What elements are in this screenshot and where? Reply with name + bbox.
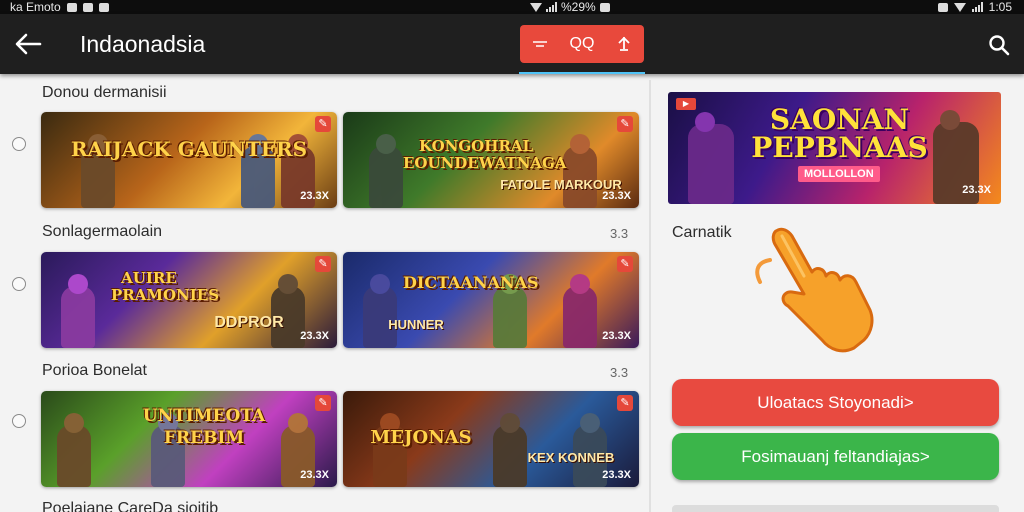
- card-subtitle: KEX KONNEB: [527, 450, 615, 465]
- section-radio[interactable]: [12, 414, 26, 428]
- character-art: [57, 425, 91, 487]
- card-subtitle: HUNNER: [388, 317, 444, 332]
- character-art: [563, 286, 597, 348]
- section-title: Porioa Bonelat: [42, 362, 147, 379]
- character-art: [688, 124, 734, 204]
- section-radio[interactable]: [12, 137, 26, 151]
- card-title: DICTAANANAS: [403, 273, 539, 292]
- game-card[interactable]: AUIRE PRAMONIES DDPROR ✎ 23.3X: [41, 252, 337, 348]
- promo-badge: 23.3X: [962, 184, 991, 196]
- status-carrier-text: ka Emoto: [10, 0, 61, 14]
- hand-pointer-icon: [755, 227, 874, 353]
- character-art: [61, 286, 95, 348]
- game-card[interactable]: UNTIMEOTA FREBIM ✎ 23.3X: [41, 391, 337, 487]
- game-card[interactable]: KONGOHRAL EOUNDEWATNAGA FATOLE MARKOUR ✎…: [343, 112, 639, 208]
- bottom-bar: [672, 505, 999, 512]
- wifi-icon: [530, 2, 542, 12]
- card-badge: 23.3X: [602, 330, 631, 342]
- app-bar: Indaonadsia QQ: [0, 14, 1024, 74]
- app-notification-icon: [82, 2, 93, 12]
- status-left: ka Emoto: [10, 0, 109, 14]
- signal-icon: [546, 2, 557, 12]
- card-edit-icon[interactable]: ✎: [315, 116, 331, 132]
- game-card[interactable]: MEJONAS KEX KONNEB ✎ 23.3X: [343, 391, 639, 487]
- battery-percent: %29%: [561, 0, 596, 14]
- segment-label[interactable]: QQ: [570, 35, 595, 53]
- promo-title: SAONAN PEPBNAAS: [751, 103, 928, 164]
- card-edit-icon[interactable]: ✎: [617, 256, 633, 272]
- game-card[interactable]: RAIJACK GAUNTERS ✎ 23.3X: [41, 112, 337, 208]
- status-time: 1:05: [988, 0, 1012, 14]
- card-title: KONGOHRAL EOUNDEWATNAGA: [403, 137, 567, 172]
- promo-banner[interactable]: ▶ SAONAN PEPBNAAS MOLLOLLON 23.3X: [668, 92, 1001, 204]
- card-title: UNTIMEOTA FREBIM: [142, 406, 266, 448]
- section-title: Sonlagermaolain: [42, 223, 163, 240]
- card-title: AUIRE PRAMONIES: [111, 269, 220, 304]
- section-title: Poelaiane CareDa sioitib: [42, 500, 219, 512]
- back-arrow-icon[interactable]: [14, 32, 42, 56]
- list-scrollbar[interactable]: [649, 80, 651, 512]
- promo-tag-icon: ▶: [676, 98, 696, 110]
- notification-icon: [66, 2, 77, 12]
- message-icon: [98, 2, 109, 12]
- card-edit-icon[interactable]: ✎: [617, 395, 633, 411]
- card-badge: 23.3X: [300, 469, 329, 481]
- secondary-action-button[interactable]: Fosimauanj feltandiajas>: [672, 433, 999, 480]
- battery-icon: [599, 2, 610, 12]
- search-icon[interactable]: [988, 34, 1010, 56]
- page-title: Indaonadsia: [80, 31, 206, 57]
- section-count: 3.3: [610, 226, 629, 241]
- card-badge: 23.3X: [602, 469, 631, 481]
- app-screen: ka Emoto %29% 1:05 Indaonadsia QQ Donou …: [0, 0, 1024, 512]
- promo-subtitle: MOLLOLLON: [798, 166, 880, 182]
- section-radio[interactable]: [12, 277, 26, 291]
- minus-icon[interactable]: [531, 39, 549, 49]
- share-icon[interactable]: [615, 35, 633, 53]
- card-badge: 23.3X: [300, 190, 329, 202]
- card-badge: 23.3X: [300, 330, 329, 342]
- primary-action-button[interactable]: Uloatacs Stoyonadi>: [672, 379, 999, 426]
- segment-underline: [519, 72, 645, 74]
- section-title: Donou dermanisii: [42, 84, 167, 101]
- game-card[interactable]: DICTAANANAS HUNNER ✎ 23.3X: [343, 252, 639, 348]
- signal-right-icon: [971, 2, 983, 12]
- card-title: RAIJACK GAUNTERS: [70, 137, 308, 161]
- wifi-right-icon: [953, 2, 966, 12]
- card-edit-icon[interactable]: ✎: [315, 395, 331, 411]
- segment-control[interactable]: QQ: [520, 25, 644, 63]
- section-count: 3.3: [610, 365, 629, 380]
- character-art: [493, 286, 527, 348]
- status-right: 1:05: [937, 0, 1012, 14]
- status-center: %29%: [530, 0, 610, 14]
- card-edit-icon[interactable]: ✎: [315, 256, 331, 272]
- side-label: Carnatik: [672, 224, 732, 241]
- status-bar: ka Emoto %29% 1:05: [0, 0, 1024, 14]
- character-art: [369, 146, 403, 208]
- card-title: MEJONAS: [370, 427, 472, 448]
- vibrate-icon: [937, 2, 948, 12]
- card-edit-icon[interactable]: ✎: [617, 116, 633, 132]
- card-badge: 23.3X: [602, 190, 631, 202]
